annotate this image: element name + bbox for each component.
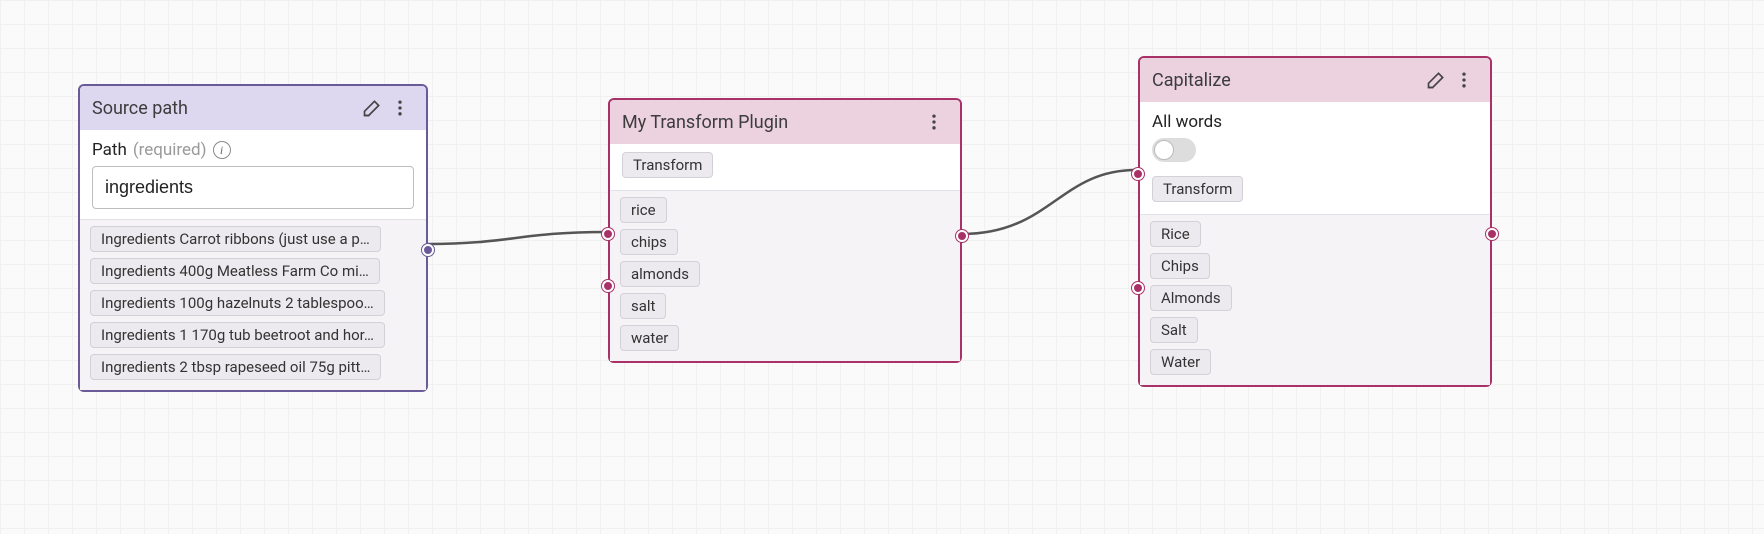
info-icon[interactable]: i bbox=[213, 141, 231, 159]
node-title: My Transform Plugin bbox=[622, 112, 920, 133]
kebab-menu-icon[interactable] bbox=[920, 108, 948, 136]
toggle-label: All words bbox=[1152, 112, 1478, 132]
output-pill: water bbox=[620, 325, 679, 351]
node-canvas[interactable]: Source path Path (required) i Ingredient… bbox=[0, 0, 1764, 534]
results-list: Ingredients Carrot ribbons (just use a p… bbox=[90, 226, 416, 380]
output-pill: Chips bbox=[1150, 253, 1210, 279]
path-input[interactable] bbox=[92, 166, 414, 209]
kebab-menu-icon[interactable] bbox=[386, 94, 414, 122]
input-port[interactable] bbox=[602, 280, 614, 292]
node-body: All words bbox=[1140, 102, 1490, 168]
pencil-icon[interactable] bbox=[358, 94, 386, 122]
node-body: Path (required) i bbox=[80, 130, 426, 219]
node-header[interactable]: Capitalize bbox=[1140, 58, 1490, 102]
outputs-section: rice chips almonds salt water bbox=[610, 191, 960, 361]
result-pill: Ingredients 400g Meatless Farm Co mi… bbox=[90, 258, 380, 284]
input-port[interactable] bbox=[1132, 282, 1144, 294]
pencil-icon[interactable] bbox=[1422, 66, 1450, 94]
badge-row: Transform bbox=[610, 144, 960, 191]
output-pill: Salt bbox=[1150, 317, 1198, 343]
transform-badge: Transform bbox=[622, 152, 713, 178]
kebab-menu-icon[interactable] bbox=[1450, 66, 1478, 94]
badge-row: Transform bbox=[1140, 168, 1490, 215]
output-port[interactable] bbox=[422, 244, 434, 256]
results-section: Ingredients Carrot ribbons (just use a p… bbox=[80, 219, 426, 390]
output-pill: salt bbox=[620, 293, 666, 319]
output-port[interactable] bbox=[1486, 228, 1498, 240]
result-pill: Ingredients 1 170g tub beetroot and hor… bbox=[90, 322, 385, 348]
output-pill: rice bbox=[620, 197, 667, 223]
node-title: Capitalize bbox=[1152, 70, 1422, 91]
outputs-list: Rice Chips Almonds Salt Water bbox=[1150, 221, 1480, 375]
output-pill: chips bbox=[620, 229, 678, 255]
output-pill: Almonds bbox=[1150, 285, 1232, 311]
all-words-toggle[interactable] bbox=[1152, 138, 1196, 162]
node-capitalize[interactable]: Capitalize All words Transform Rice Chip… bbox=[1138, 56, 1492, 387]
result-pill: Ingredients Carrot ribbons (just use a p… bbox=[90, 226, 381, 252]
output-port[interactable] bbox=[956, 230, 968, 242]
node-header[interactable]: My Transform Plugin bbox=[610, 100, 960, 144]
node-header[interactable]: Source path bbox=[80, 86, 426, 130]
node-title: Source path bbox=[92, 98, 358, 119]
node-transform-plugin[interactable]: My Transform Plugin Transform rice chips… bbox=[608, 98, 962, 363]
node-source-path[interactable]: Source path Path (required) i Ingredient… bbox=[78, 84, 428, 392]
input-port[interactable] bbox=[602, 228, 614, 240]
required-label: (required) bbox=[133, 140, 207, 160]
result-pill: Ingredients 2 tbsp rapeseed oil 75g pitt… bbox=[90, 354, 381, 380]
result-pill: Ingredients 100g hazelnuts 2 tablespoo… bbox=[90, 290, 385, 316]
outputs-list: rice chips almonds salt water bbox=[620, 197, 950, 351]
field-label: Path bbox=[92, 140, 127, 160]
output-pill: Rice bbox=[1150, 221, 1201, 247]
outputs-section: Rice Chips Almonds Salt Water bbox=[1140, 215, 1490, 385]
output-pill: almonds bbox=[620, 261, 700, 287]
transform-badge: Transform bbox=[1152, 176, 1243, 202]
field-label-row: Path (required) i bbox=[92, 140, 414, 160]
output-pill: Water bbox=[1150, 349, 1211, 375]
input-port[interactable] bbox=[1132, 168, 1144, 180]
